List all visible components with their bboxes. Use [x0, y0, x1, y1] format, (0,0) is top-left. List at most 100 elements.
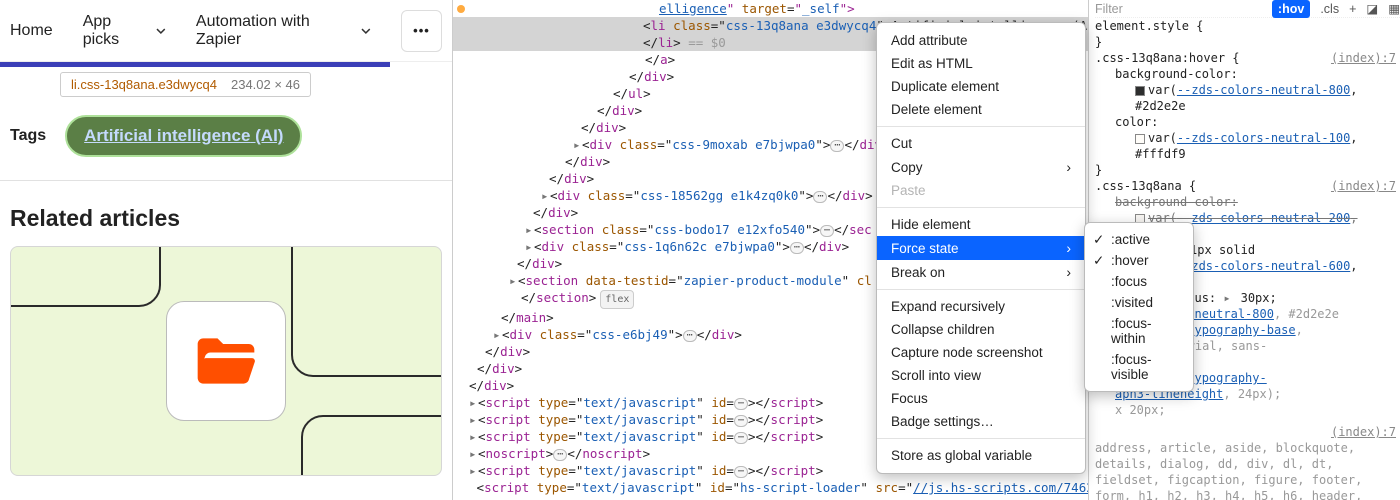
- folder-icon-box: [166, 301, 286, 421]
- expand-arrow-icon[interactable]: ▸: [493, 326, 502, 343]
- ctx-edit-html[interactable]: Edit as HTML: [877, 52, 1085, 75]
- tags-label: Tags: [10, 127, 46, 145]
- nav-home[interactable]: Home: [10, 22, 53, 40]
- ctx-delete[interactable]: Delete element: [877, 98, 1085, 121]
- site-nav: Home App picks Automation with Zapier ••…: [0, 0, 452, 62]
- progress-bar: [0, 62, 390, 67]
- filter-input[interactable]: Filter: [1095, 1, 1123, 17]
- check-icon: ✓: [1093, 253, 1104, 269]
- decor-shape: [301, 415, 442, 476]
- ellipsis-icon[interactable]: ⋯: [734, 466, 748, 478]
- color-swatch-icon[interactable]: [1135, 86, 1145, 96]
- styles-toolbar: Filter :hov .cls + ◪ ▦: [1095, 0, 1400, 18]
- toolbar-icon[interactable]: ◪: [1366, 1, 1378, 17]
- ellipsis-icon[interactable]: ⋯: [734, 415, 748, 427]
- ellipsis-icon[interactable]: ⋯: [553, 449, 567, 461]
- sub-visited[interactable]: :visited: [1085, 292, 1193, 313]
- ctx-force-state[interactable]: Force state›: [877, 236, 1085, 260]
- ellipsis-icon[interactable]: ⋯: [830, 140, 844, 152]
- tooltip-selector: li.css-13q8ana.e3dwycq4: [71, 77, 217, 92]
- ctx-break-on[interactable]: Break on›: [877, 260, 1085, 284]
- chevron-down-icon: [361, 28, 371, 34]
- ctx-copy[interactable]: Copy›: [877, 155, 1085, 179]
- chevron-right-icon: ›: [1066, 159, 1071, 175]
- dom-text[interactable]: elligence: [659, 1, 727, 16]
- ctx-add-attribute[interactable]: Add attribute: [877, 29, 1085, 52]
- tags-row: Tags Artificial intelligence (AI): [0, 106, 452, 181]
- chevron-right-icon: ›: [1066, 240, 1071, 256]
- rule-selector[interactable]: .css-13q8ana:hover {: [1095, 50, 1240, 66]
- decor-shape: [10, 246, 161, 307]
- sub-focus-within[interactable]: :focus-within: [1085, 313, 1193, 349]
- check-icon: ✓: [1093, 232, 1104, 248]
- toolbar-icon[interactable]: ▦: [1388, 1, 1400, 17]
- website-pane: Home App picks Automation with Zapier ••…: [0, 0, 453, 500]
- expand-arrow-icon[interactable]: ▸: [469, 428, 478, 445]
- cls-toggle[interactable]: .cls: [1320, 1, 1339, 17]
- ctx-scroll[interactable]: Scroll into view: [877, 364, 1085, 387]
- source-link[interactable]: (index):7: [1331, 50, 1396, 66]
- related-article-card[interactable]: [10, 246, 442, 476]
- expand-arrow-icon[interactable]: ▸: [525, 238, 534, 255]
- chevron-down-icon: [156, 28, 166, 34]
- expand-arrow-icon[interactable]: ▸: [469, 445, 478, 462]
- expand-arrow-icon[interactable]: ▸: [469, 411, 478, 428]
- sub-focus-visible[interactable]: :focus-visible: [1085, 349, 1193, 385]
- rule-selector[interactable]: .css-13q8ana {: [1095, 178, 1196, 194]
- tooltip-dimensions: 234.02 × 46: [231, 77, 300, 92]
- nav-automation-label: Automation with Zapier: [196, 13, 355, 49]
- ellipsis-icon[interactable]: ⋯: [734, 432, 748, 444]
- menu-separator: [877, 289, 1085, 290]
- sub-focus[interactable]: :focus: [1085, 271, 1193, 292]
- related-articles-heading: Related articles: [0, 181, 452, 246]
- expand-arrow-icon[interactable]: ▸: [469, 394, 478, 411]
- decor-shape: [291, 246, 442, 377]
- hov-toggle[interactable]: :hov: [1272, 0, 1310, 18]
- css-prop[interactable]: color:: [1095, 114, 1400, 130]
- sub-active[interactable]: ✓:active: [1085, 229, 1193, 250]
- source-link[interactable]: (index):7: [1331, 424, 1396, 440]
- ctx-duplicate[interactable]: Duplicate element: [877, 75, 1085, 98]
- folder-open-icon: [192, 327, 260, 395]
- ellipsis-icon[interactable]: ⋯: [820, 225, 834, 237]
- nav-automation[interactable]: Automation with Zapier: [196, 13, 371, 49]
- element-style-rule[interactable]: element.style {: [1095, 18, 1400, 34]
- ctx-badge[interactable]: Badge settings…: [877, 410, 1085, 433]
- css-prop-overridden[interactable]: background-color:: [1095, 194, 1400, 210]
- color-swatch-icon[interactable]: [1135, 134, 1145, 144]
- expand-arrow-icon[interactable]: ▸: [573, 136, 582, 153]
- new-style-icon[interactable]: +: [1349, 1, 1356, 17]
- ellipsis-icon[interactable]: ⋯: [734, 398, 748, 410]
- ellipsis-icon[interactable]: ⋯: [813, 191, 827, 203]
- ctx-expand[interactable]: Expand recursively: [877, 295, 1085, 318]
- ellipsis-icon[interactable]: ⋯: [683, 330, 697, 342]
- ctx-cut[interactable]: Cut: [877, 132, 1085, 155]
- source-link[interactable]: (index):7: [1331, 178, 1396, 194]
- expand-arrow-icon[interactable]: ▸: [525, 221, 534, 238]
- ctx-focus[interactable]: Focus: [877, 387, 1085, 410]
- sub-hover[interactable]: ✓:hover: [1085, 250, 1193, 271]
- flex-badge[interactable]: flex: [600, 290, 634, 309]
- expand-arrow-icon[interactable]: ▸: [1223, 290, 1233, 306]
- expand-arrow-icon[interactable]: ▸: [469, 462, 478, 479]
- chevron-right-icon: ›: [1066, 264, 1071, 280]
- expand-arrow-icon[interactable]: ▸: [509, 272, 518, 289]
- ctx-paste: Paste: [877, 179, 1085, 202]
- tag-text: Artificial intelligence (AI): [84, 126, 283, 145]
- nav-app-picks[interactable]: App picks: [83, 13, 166, 49]
- ctx-collapse[interactable]: Collapse children: [877, 318, 1085, 341]
- css-prop[interactable]: background-color:: [1095, 66, 1400, 82]
- expand-arrow-icon[interactable]: ▸: [541, 187, 550, 204]
- breakpoint-dot-icon[interactable]: [457, 5, 465, 13]
- element-tooltip: li.css-13q8ana.e3dwycq4 234.02 × 46: [60, 72, 311, 97]
- ctx-hide[interactable]: Hide element: [877, 213, 1085, 236]
- tag-pill-ai[interactable]: Artificial intelligence (AI): [66, 116, 301, 156]
- more-button[interactable]: •••: [401, 10, 442, 52]
- ctx-capture[interactable]: Capture node screenshot: [877, 341, 1085, 364]
- ellipsis-icon[interactable]: ⋯: [790, 242, 804, 254]
- inherited-selector-list: address, article, aside, blockquote, det…: [1095, 440, 1400, 500]
- nav-app-picks-label: App picks: [83, 13, 150, 49]
- ctx-store[interactable]: Store as global variable: [877, 444, 1085, 467]
- menu-separator: [877, 438, 1085, 439]
- menu-separator: [877, 207, 1085, 208]
